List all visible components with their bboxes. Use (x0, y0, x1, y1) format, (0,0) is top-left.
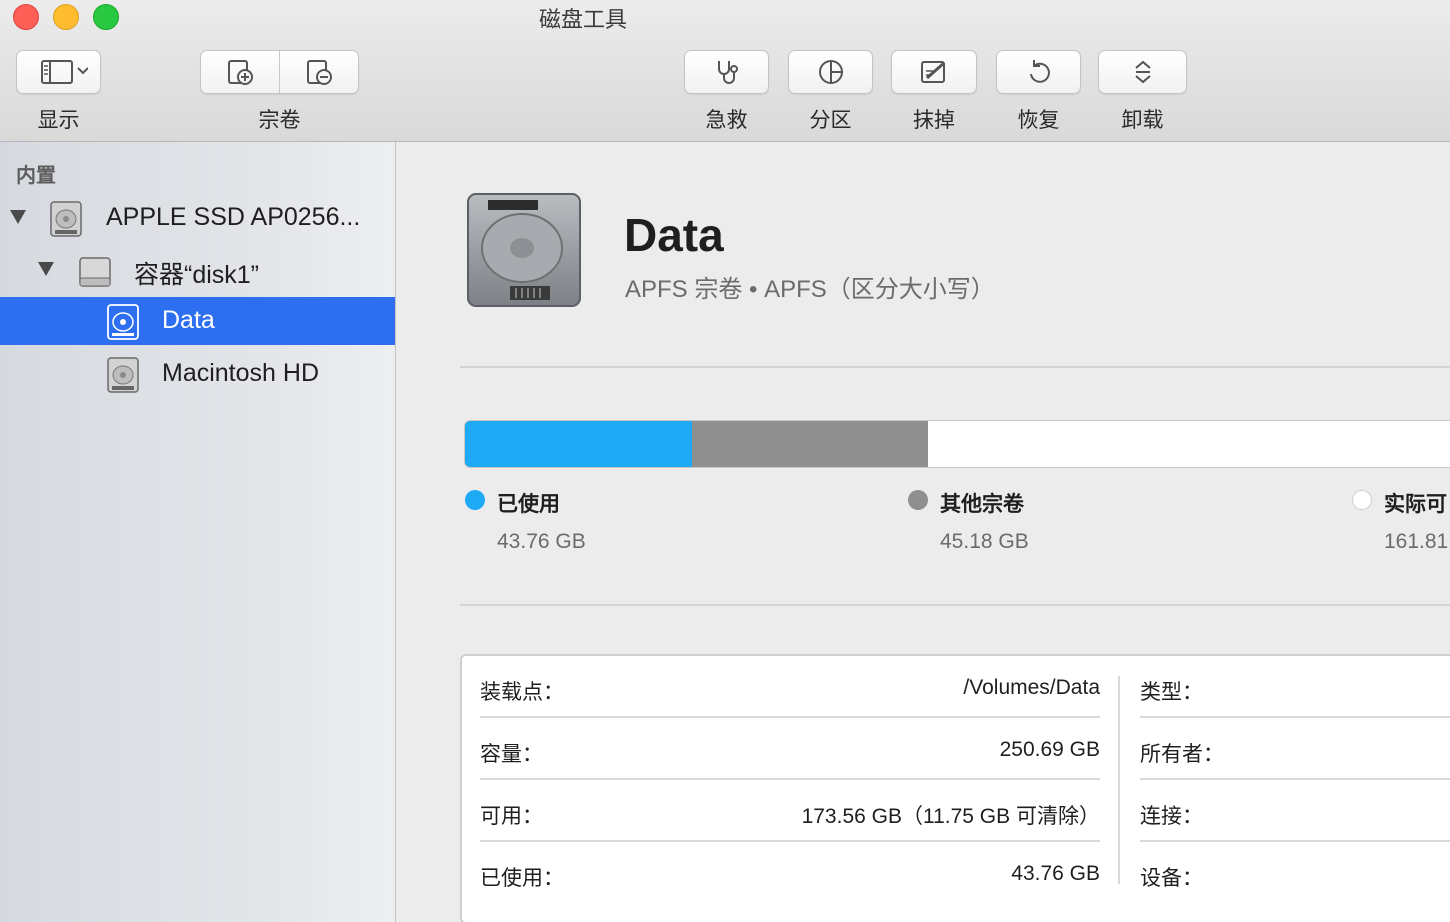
volume-subtitle: APFS 宗卷 • APFS（区分大小写） (625, 276, 995, 303)
usage-bar-used (465, 421, 692, 467)
legend-label: 其他宗卷 (940, 493, 1024, 516)
info-value: 250.69 GB (999, 738, 1100, 761)
info-value: /Volumes/Data (963, 676, 1100, 699)
free-dot-icon (1352, 490, 1372, 510)
info-row-owners: 所有者： (1140, 718, 1450, 780)
add-volume-icon (228, 60, 253, 85)
minimize-window-button[interactable] (53, 4, 79, 30)
sidebar-icon (40, 60, 88, 84)
view-button[interactable] (16, 50, 101, 94)
info-key: 设备： (1140, 867, 1203, 890)
sidebar: 内置 APPLE SSD AP0256... 容器“disk1” Data Ma… (0, 142, 396, 922)
info-key: 装载点： (480, 681, 564, 704)
legend-label: 实际可 (1384, 493, 1447, 516)
remove-volume-icon (307, 60, 332, 85)
info-row-mount-point: 装载点： /Volumes/Data (480, 656, 1100, 718)
hard-drive-icon (467, 193, 581, 307)
usage-bar-other-volumes (692, 421, 928, 467)
internal-disk-icon (50, 201, 82, 237)
info-row-used: 已使用： 43.76 GB (480, 842, 1100, 904)
toolbar: 磁盘工具 显示 宗卷 急救 分区 抹掉 恢复 卸载 (0, 0, 1450, 142)
partition-button[interactable] (788, 50, 873, 94)
partition-label: 分区 (809, 109, 852, 132)
sidebar-section-internal: 内置 (16, 165, 56, 187)
sidebar-item-ssd[interactable]: APPLE SSD AP0256... (0, 194, 395, 242)
volume-name: Data (624, 209, 724, 261)
disclosure-triangle-icon[interactable] (10, 210, 26, 224)
restore-icon (1029, 60, 1050, 83)
volume-segmented-control (200, 50, 359, 94)
restore-button[interactable] (996, 50, 1081, 94)
info-row-type: 类型： (1140, 656, 1450, 718)
info-value: 173.56 GB（11.75 GB 可清除） (801, 805, 1100, 828)
info-key: 容量： (480, 743, 543, 766)
info-row-capacity: 容量： 250.69 GB (480, 718, 1100, 780)
volume-icon (107, 357, 139, 393)
volume-label: 宗卷 (258, 109, 301, 132)
legend-value: 161.81 (1384, 530, 1449, 553)
volume-icon (107, 304, 139, 340)
sidebar-item-macintosh-hd[interactable]: Macintosh HD (0, 350, 395, 398)
info-key: 已使用： (480, 867, 564, 890)
info-key: 类型： (1140, 681, 1203, 704)
unmount-button[interactable] (1098, 50, 1187, 94)
window-title: 磁盘工具 (538, 7, 627, 32)
info-key: 所有者： (1140, 743, 1224, 766)
info-row-device: 设备： (1140, 842, 1450, 904)
add-volume-button[interactable] (201, 51, 279, 93)
sidebar-item-data[interactable]: Data (0, 297, 395, 345)
first-aid-button[interactable] (684, 50, 769, 94)
sidebar-item-label: 容器“disk1” (134, 261, 260, 289)
view-label: 显示 (37, 109, 80, 132)
divider (460, 604, 1450, 606)
info-key: 连接： (1140, 805, 1203, 828)
sidebar-item-label: Macintosh HD (162, 359, 319, 387)
info-row-available: 可用： 173.56 GB（11.75 GB 可清除） (480, 780, 1100, 842)
eject-icon (1134, 60, 1151, 84)
usage-bar-free (928, 421, 1450, 467)
info-row-connection: 连接： (1140, 780, 1450, 842)
remove-volume-button[interactable] (279, 51, 358, 93)
close-window-button[interactable] (13, 4, 39, 30)
info-table: 装载点： /Volumes/Data 容量： 250.69 GB 可用： 173… (460, 654, 1450, 922)
info-key: 可用： (480, 805, 543, 828)
erase-label: 抹掉 (913, 109, 955, 132)
used-dot-icon (465, 490, 485, 510)
erase-button[interactable] (891, 50, 977, 94)
divider (460, 366, 1450, 368)
column-divider (1118, 676, 1120, 884)
legend-value: 43.76 GB (497, 530, 586, 553)
sidebar-item-label: APPLE SSD AP0256... (106, 203, 361, 231)
first-aid-label: 急救 (705, 109, 748, 132)
legend-label: 已使用 (497, 493, 560, 516)
main-pane: Data APFS 宗卷 • APFS（区分大小写） 已使用 43.76 GB … (396, 142, 1450, 922)
sidebar-item-label: Data (162, 306, 215, 334)
container-icon (79, 257, 111, 287)
erase-icon (921, 61, 945, 83)
legend-value: 45.18 GB (940, 530, 1029, 553)
sidebar-item-container[interactable]: 容器“disk1” (0, 246, 395, 294)
other-dot-icon (908, 490, 928, 510)
pie-chart-icon (818, 60, 843, 84)
zoom-window-button[interactable] (93, 4, 119, 30)
stethoscope-icon (717, 61, 738, 84)
unmount-label: 卸载 (1121, 109, 1164, 132)
disclosure-triangle-icon[interactable] (38, 262, 54, 276)
restore-label: 恢复 (1017, 109, 1060, 132)
usage-bar (464, 420, 1450, 468)
info-value: 43.76 GB (1011, 862, 1100, 885)
